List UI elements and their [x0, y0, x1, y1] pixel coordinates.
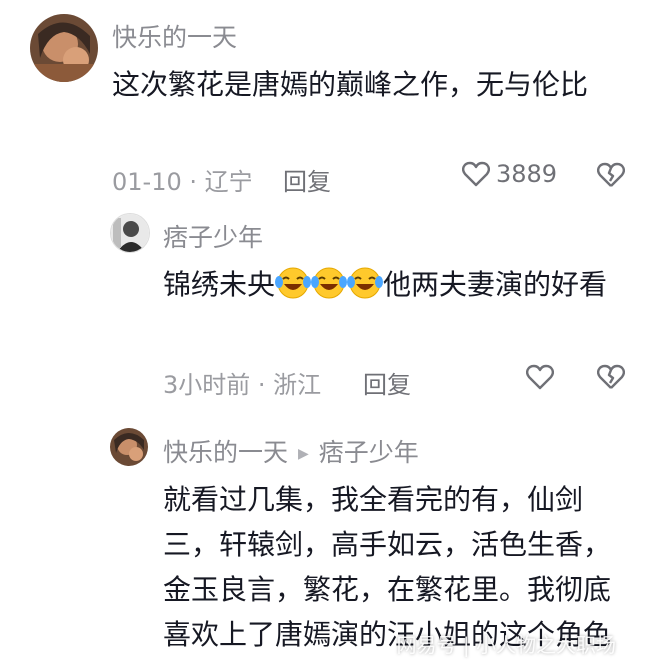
reply-button[interactable]: 回复 — [363, 365, 411, 400]
laughing-crying-emoji — [275, 267, 312, 299]
avatar[interactable] — [110, 428, 148, 466]
comment-date-location: 3小时前 · 浙江 — [163, 371, 322, 399]
broken-heart-icon[interactable] — [597, 162, 625, 188]
comment-text-part: 锦绣未央 — [163, 268, 276, 301]
triangle-right-icon: ▶ — [298, 446, 309, 462]
comment-text: 锦绣未央 他两夫妻演的好看 — [163, 262, 635, 307]
comment-date-location: 01-10 · 辽宁 — [112, 168, 253, 196]
reply-header: 快乐的一天 ▶ 痞子少年 — [163, 433, 419, 469]
laughing-crying-emoji — [347, 267, 384, 299]
comment-text-part: 他两夫妻演的好看 — [383, 268, 608, 301]
comment-username[interactable]: 痞子少年 — [163, 218, 263, 254]
reply-to-username[interactable]: 痞子少年 — [319, 438, 419, 467]
comment-text: 这次繁花是唐嫣的巅峰之作，无与伦比 — [112, 68, 589, 101]
watermark: 网易号 | 小人物之大职场 — [396, 633, 616, 657]
comment-username[interactable]: 快乐的一天 — [112, 18, 237, 54]
reply-button[interactable]: 回复 — [283, 162, 331, 197]
like-count: 3889 — [496, 160, 558, 188]
heart-outline-icon — [462, 161, 490, 187]
comment-username[interactable]: 快乐的一天 — [163, 438, 288, 467]
avatar[interactable] — [30, 14, 98, 82]
laughing-crying-emoji — [311, 267, 348, 299]
heart-outline-icon[interactable] — [526, 364, 554, 390]
broken-heart-icon[interactable] — [597, 364, 625, 390]
avatar[interactable] — [110, 213, 150, 253]
like-button[interactable]: 3889 — [462, 160, 557, 188]
